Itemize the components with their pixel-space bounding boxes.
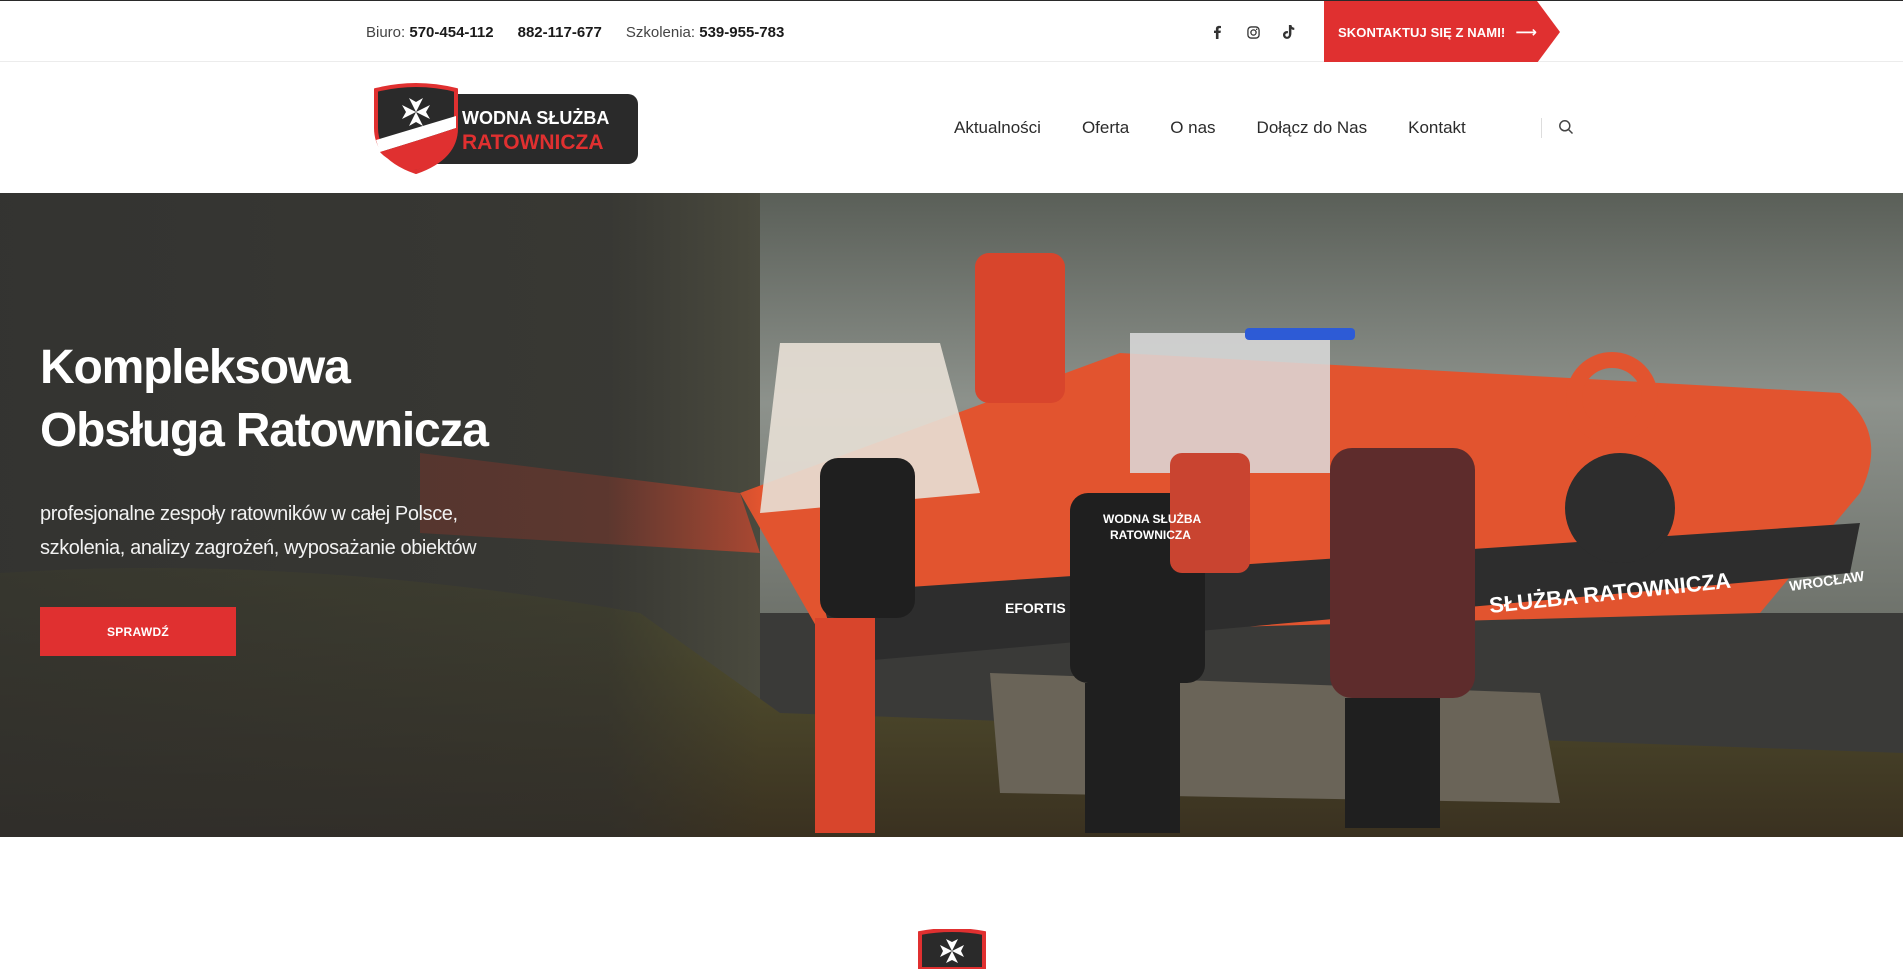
hero-content: Kompleksowa Obsługa Ratownicza profesjon… xyxy=(40,336,660,656)
training-phone[interactable]: Szkolenia: 539-955-783 xyxy=(626,24,784,41)
hero-title: Kompleksowa Obsługa Ratownicza xyxy=(40,336,660,462)
training-phone-number[interactable]: 539-955-783 xyxy=(699,24,784,41)
outboard-motor xyxy=(1565,453,1675,563)
second-phone-number[interactable]: 882-117-677 xyxy=(518,24,602,41)
check-button[interactable]: SPRAWDŹ xyxy=(40,607,236,656)
boat-brand: EFORTIS xyxy=(1005,600,1066,616)
arrow-right-icon: ⟶ xyxy=(1515,24,1537,41)
hero-banner: SŁUŻBA RATOWNICZA WROCŁAW EFORTIS WODNA … xyxy=(0,193,1903,837)
tiktok-icon[interactable] xyxy=(1280,23,1298,41)
nav-item-dolacz-do-nas[interactable]: Dołącz do Nas xyxy=(1257,118,1368,138)
office-phone-label: Biuro: xyxy=(366,23,406,41)
site-header: WODNA SŁUŻBA RATOWNICZA Aktualności Ofer… xyxy=(0,62,1903,193)
social-links xyxy=(1208,1,1298,63)
facebook-icon[interactable] xyxy=(1208,23,1226,41)
hero-subtitle-line-1: profesjonalne zespoły ratowników w całej… xyxy=(40,503,458,525)
office-phone[interactable]: Biuro: 570-454-112 xyxy=(366,24,494,41)
instagram-icon[interactable] xyxy=(1244,23,1262,41)
logo-line-1: WODNA SŁUŻBA xyxy=(462,108,609,128)
pallets xyxy=(990,673,1560,803)
shirt-text: WODNA SŁUŻBA xyxy=(1103,511,1202,526)
contact-phones: Biuro: 570-454-112 882-117-677 Szkolenia… xyxy=(366,1,784,63)
hero-subtitle: profesjonalne zespoły ratowników w całej… xyxy=(40,497,660,565)
top-bar: Biuro: 570-454-112 882-117-677 Szkolenia… xyxy=(0,0,1903,63)
section-logo-icon xyxy=(916,928,988,971)
hero-title-line-1: Kompleksowa xyxy=(40,341,351,394)
training-phone-label: Szkolenia: xyxy=(625,23,696,41)
boat-light xyxy=(1245,328,1355,340)
site-logo[interactable]: WODNA SŁUŻBA RATOWNICZA xyxy=(370,82,642,175)
contact-us-label: SKONTAKTUJ SIĘ Z NAMI! xyxy=(1338,24,1506,40)
nav-item-aktualnosci[interactable]: Aktualności xyxy=(954,118,1041,138)
hero-subtitle-line-2: szkolenia, analizy zagrożeń, wyposażanie… xyxy=(40,537,477,559)
logo-line-2: RATOWNICZA xyxy=(462,131,604,154)
nav-divider xyxy=(1540,117,1542,138)
nav-item-kontakt[interactable]: Kontakt xyxy=(1408,118,1466,138)
search-icon[interactable] xyxy=(1558,119,1576,137)
boat-cabin xyxy=(1130,333,1330,473)
nav-item-o-nas[interactable]: O nas xyxy=(1170,118,1215,138)
main-nav: Aktualności Oferta O nas Dołącz do Nas K… xyxy=(954,62,1576,193)
hero-title-line-2: Obsługa Ratownicza xyxy=(40,404,489,457)
contact-us-button[interactable]: SKONTAKTUJ SIĘ Z NAMI! ⟶ xyxy=(1324,1,1560,63)
office-phone-number[interactable]: 570-454-112 xyxy=(409,24,493,41)
shirt-text-2: RATOWNICZA xyxy=(1110,528,1191,542)
nav-item-oferta[interactable]: Oferta xyxy=(1082,118,1129,138)
